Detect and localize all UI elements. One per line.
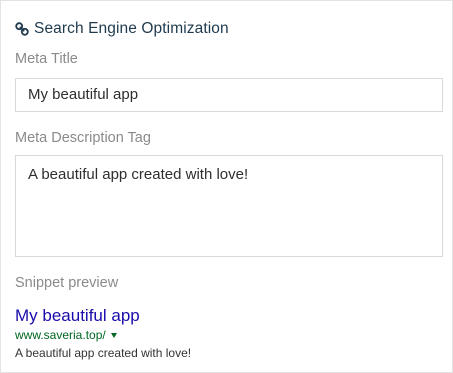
seo-panel: Search Engine Optimization Meta Title My…: [0, 0, 453, 373]
section-header: Search Engine Optimization: [15, 19, 229, 39]
section-title: Search Engine Optimization: [34, 20, 229, 37]
meta-title-label: Meta Title: [15, 51, 78, 67]
meta-description-textarea[interactable]: A beautiful app created with love!: [15, 155, 443, 257]
link-icon: [15, 22, 29, 36]
snippet-preview: My beautiful app www.saveria.top/ A beau…: [15, 305, 191, 362]
snippet-url-row: www.saveria.top/: [15, 327, 191, 343]
snippet-description: A beautiful app created with love!: [15, 346, 192, 360]
meta-description-label: Meta Description Tag: [15, 130, 151, 146]
snippet-preview-label: Snippet preview: [15, 275, 119, 291]
caret-down-icon[interactable]: [110, 332, 117, 338]
snippet-url: www.saveria.top/: [15, 328, 106, 342]
meta-title-input[interactable]: My beautiful app: [15, 78, 443, 112]
snippet-title-link[interactable]: My beautiful app: [15, 305, 191, 327]
